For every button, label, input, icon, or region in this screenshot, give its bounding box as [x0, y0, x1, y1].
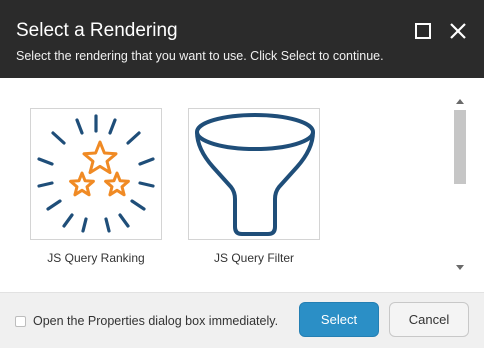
vertical-scrollbar[interactable] — [451, 94, 469, 276]
open-properties-checkbox-row[interactable]: Open the Properties dialog box immediate… — [15, 313, 278, 329]
rendering-thumbnail — [30, 108, 162, 240]
scroll-up-arrow-icon[interactable] — [456, 99, 464, 104]
stars-burst-icon — [37, 114, 155, 233]
dialog-subtitle: Select the rendering that you want to us… — [16, 49, 384, 63]
open-properties-checkbox[interactable] — [15, 315, 26, 327]
rendering-thumbnail — [188, 108, 320, 240]
dialog-header: Select a Rendering Select the rendering … — [0, 0, 484, 78]
close-button[interactable] — [447, 20, 469, 42]
renderings-list: JS Query Ranking JS Query Filter — [0, 78, 484, 292]
select-button[interactable]: Select — [299, 302, 379, 337]
rendering-label: JS Query Filter — [213, 251, 294, 265]
select-rendering-dialog: Select a Rendering Select the rendering … — [0, 0, 484, 348]
funnel-icon — [195, 113, 315, 236]
close-icon — [450, 23, 466, 39]
dialog-footer: Open the Properties dialog box immediate… — [0, 292, 484, 348]
scroll-down-arrow-icon[interactable] — [456, 265, 464, 270]
scroll-thumb[interactable] — [454, 110, 466, 184]
rendering-label: JS Query Ranking — [47, 251, 145, 265]
maximize-button[interactable] — [412, 20, 434, 42]
dialog-title: Select a Rendering — [16, 20, 178, 41]
open-properties-checkbox-label: Open the Properties dialog box immediate… — [33, 314, 279, 328]
rendering-item-js-query-filter[interactable]: JS Query Filter — [188, 108, 324, 265]
maximize-icon — [415, 23, 431, 39]
cancel-button[interactable]: Cancel — [389, 302, 469, 337]
rendering-item-js-query-ranking[interactable]: JS Query Ranking — [30, 108, 166, 265]
